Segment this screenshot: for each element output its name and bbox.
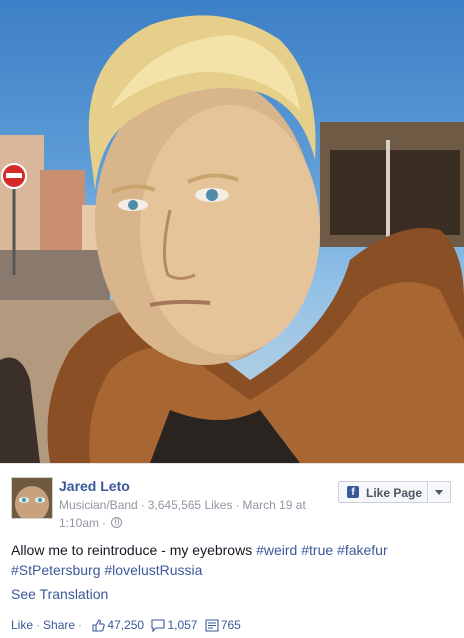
facebook-icon: f — [347, 486, 359, 498]
post-subline: Musician/Band · 3,645,565 Likes · March 19 a… — [59, 498, 306, 530]
page-likes-count: 3,645,565 Likes — [147, 498, 233, 512]
like-page-button[interactable]: f Like Page — [338, 481, 428, 503]
comment-icon — [151, 619, 165, 632]
like-link[interactable]: Like — [11, 618, 33, 632]
globe-icon[interactable] — [111, 517, 123, 528]
page-category: Musician/Band — [59, 498, 138, 512]
post-date-link[interactable]: March 19 at — [242, 498, 305, 512]
hashtag-link[interactable]: #true — [301, 542, 333, 558]
share-link[interactable]: Share — [43, 618, 75, 632]
share-icon — [205, 619, 219, 632]
hashtag-link[interactable]: #StPetersburg — [11, 562, 101, 578]
post-status-text: Allow me to reintroduce - my eyebrows #w… — [11, 540, 451, 580]
hashtag-link[interactable]: #lovelustRussia — [104, 562, 202, 578]
thumbs-up-icon — [92, 619, 106, 632]
likes-count-value: 47,250 — [107, 618, 145, 632]
avatar-image — [12, 478, 52, 518]
comments-count-value: 1,057 — [167, 618, 198, 632]
shares-count[interactable]: 765 — [205, 618, 241, 632]
caret-down-icon[interactable] — [429, 481, 451, 503]
likes-count[interactable]: 47,250 — [92, 618, 144, 632]
page-name-link[interactable]: Jared Leto — [59, 478, 130, 494]
shares-count-value: 765 — [220, 618, 241, 632]
see-translation-link[interactable]: See Translation — [11, 586, 108, 602]
post-actions: Like · Share · 47,250 1,057 765 — [11, 618, 241, 632]
post-photo[interactable] — [0, 0, 464, 463]
comments-count[interactable]: 1,057 — [151, 618, 197, 632]
post-time-link[interactable]: 1:10am — [59, 516, 99, 530]
photo-illustration — [0, 15, 464, 463]
status-prefix: Allow me to reintroduce - my eyebrows — [11, 542, 253, 558]
page-avatar[interactable] — [11, 477, 53, 519]
hashtag-link[interactable]: #weird — [256, 542, 297, 558]
hashtag-link[interactable]: #fakefur — [337, 542, 388, 558]
facebook-post: Jared Leto Musician/Band · 3,645,565 Likes… — [0, 0, 464, 638]
like-page-label: Like Page — [366, 486, 423, 500]
